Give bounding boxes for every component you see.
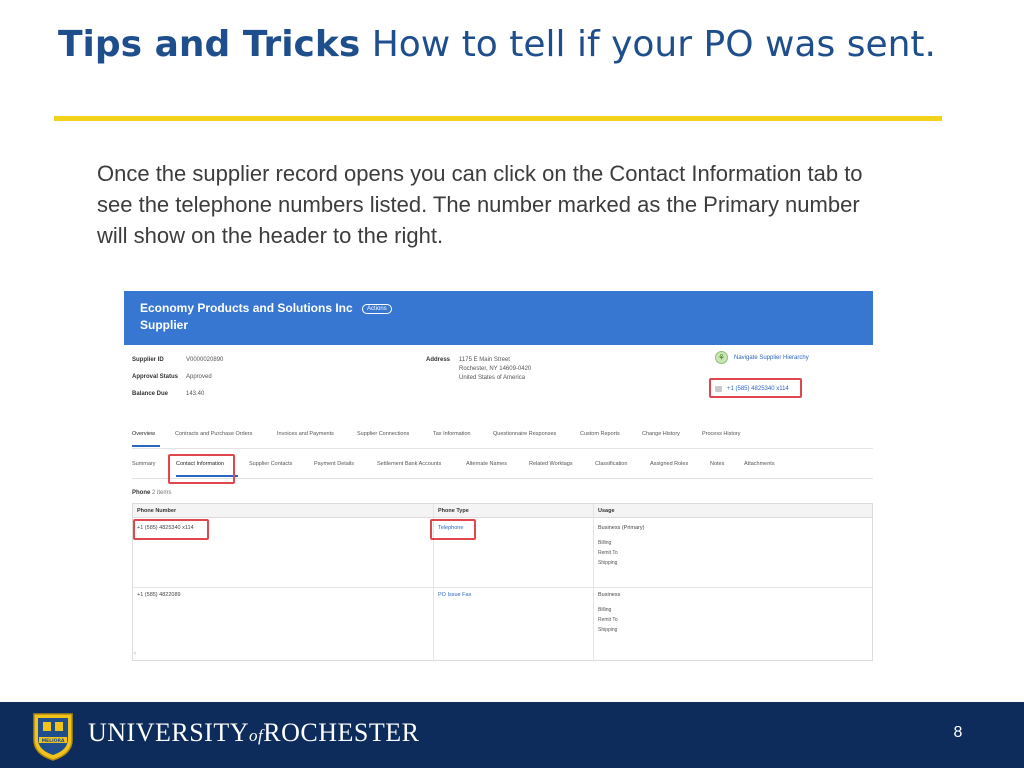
intro-paragraph: Once the supplier record opens you can c…	[97, 161, 863, 248]
row2-usage-shipping: Shipping	[598, 627, 618, 633]
subtab-supplier-contacts[interactable]: Supplier Contacts	[249, 461, 292, 467]
row2-phone-type[interactable]: PO Issue Fax	[438, 592, 471, 598]
phone-item-count: 2 items	[152, 490, 172, 496]
row2-usage-primary: Business	[598, 592, 621, 598]
university-wordmark: UNIVERSITYofROCHESTER	[88, 718, 419, 748]
row1-usage-shipping: Shipping	[598, 560, 618, 566]
address-line-1: 1175 E Main Street	[459, 357, 510, 363]
tab-contracts-purchase-orders[interactable]: Contracts and Purchase Orders	[175, 431, 252, 437]
grid-divider	[593, 504, 594, 662]
approval-status-label: Approval Status	[132, 374, 179, 380]
highlight-contact-tab	[168, 454, 235, 484]
subtab-settlement-bank-accounts[interactable]: Settlement Bank Accounts	[377, 461, 441, 467]
hierarchy-icon[interactable]: ⚘	[715, 351, 728, 364]
subtab-alternate-names[interactable]: Alternate Names	[466, 461, 507, 467]
col-phone-number: Phone Number	[137, 508, 177, 514]
main-tabs: Overview Contracts and Purchase Orders I…	[132, 423, 873, 449]
row1-usage-primary: Business (Primary)	[598, 525, 645, 531]
title-underline	[54, 116, 942, 121]
tab-custom-reports[interactable]: Custom Reports	[580, 431, 620, 437]
supplier-header: Economy Products and Solutions Inc Actio…	[124, 291, 873, 345]
slide-title-rest: How to tell if your PO was sent.	[360, 24, 936, 65]
tab-tax-information[interactable]: Tax Information	[433, 431, 471, 437]
row2-phone-number: +1 (585) 4822089	[137, 592, 181, 598]
grid-row-divider	[133, 587, 872, 588]
col-phone-type: Phone Type	[438, 508, 469, 514]
subtab-payment-details[interactable]: Payment Details	[314, 461, 354, 467]
page-number: 8	[953, 724, 963, 741]
tab-overview[interactable]: Overview	[132, 431, 155, 437]
col-usage: Usage	[598, 508, 615, 514]
highlight-row1-number	[133, 519, 209, 540]
tab-process-history[interactable]: Process History	[702, 431, 741, 437]
actions-button[interactable]: Actions	[362, 304, 392, 314]
phone-grid-header: Phone Number Phone Type Usage	[133, 504, 872, 518]
row1-usage-billing: Billing	[598, 540, 612, 546]
navigate-hierarchy-link[interactable]: Navigate Supplier Hierarchy	[734, 355, 809, 361]
balance-due-label: Balance Due	[132, 391, 169, 397]
subtab-notes[interactable]: Notes	[710, 461, 724, 467]
university-seal-icon: MELIORA	[33, 713, 73, 761]
record-type: Supplier	[140, 318, 189, 332]
subtab-classification[interactable]: Classification	[595, 461, 627, 467]
supplier-record-screenshot: Economy Products and Solutions Inc Actio…	[124, 291, 873, 663]
tab-invoices-payments[interactable]: Invoices and Payments	[277, 431, 334, 437]
supplier-name-text: Economy Products and Solutions Inc	[140, 301, 353, 315]
subtab-related-worktags[interactable]: Related Worktags	[529, 461, 573, 467]
tab-change-history[interactable]: Change History	[642, 431, 680, 437]
address-label: Address	[426, 357, 451, 363]
sub-tabs: Summary Contact Information Supplier Con…	[132, 453, 873, 479]
subtab-summary[interactable]: Summary	[132, 461, 156, 467]
tab-supplier-connections[interactable]: Supplier Connections	[357, 431, 409, 437]
row2-usage-billing: Billing	[598, 607, 612, 613]
scroll-left-icon[interactable]: ‹	[134, 651, 144, 660]
supplier-id-label: Supplier ID	[132, 357, 164, 363]
supplier-id-value: V0000020890	[186, 357, 224, 363]
slide-title-strong: Tips and Tricks	[58, 24, 361, 65]
highlight-header-phone	[709, 378, 802, 398]
phone-grid: Phone Number Phone Type Usage +1 (585) 4…	[132, 503, 873, 662]
address-line-2: Rochester, NY 14609-0420	[459, 366, 532, 372]
row1-usage-remit: Remit To	[598, 550, 618, 556]
phone-section-label: Phone 2 items	[132, 490, 171, 496]
supplier-name: Economy Products and Solutions Inc Actio…	[140, 301, 392, 315]
wordmark-university: UNIVERSITY	[88, 718, 249, 747]
row2-usage-remit: Remit To	[598, 617, 618, 623]
subtab-attachments[interactable]: Attachments	[744, 461, 775, 467]
slide-title: Tips and Tricks How to tell if your PO w…	[58, 18, 938, 72]
seal-motto: MELIORA	[42, 738, 65, 744]
balance-due-value: 143.40	[186, 391, 205, 397]
wordmark-of: of	[249, 726, 264, 745]
phone-section-title: Phone	[132, 490, 151, 496]
overview-tab-indicator	[132, 445, 160, 447]
subtab-assigned-roles[interactable]: Assigned Roles	[650, 461, 688, 467]
highlight-row1-type	[430, 519, 476, 540]
approval-status-value: Approved	[186, 374, 212, 380]
wordmark-rochester: ROCHESTER	[263, 718, 420, 747]
address-line-3: United States of America	[459, 375, 526, 381]
tab-questionnaire-responses[interactable]: Questionnaire Responses	[493, 431, 556, 437]
